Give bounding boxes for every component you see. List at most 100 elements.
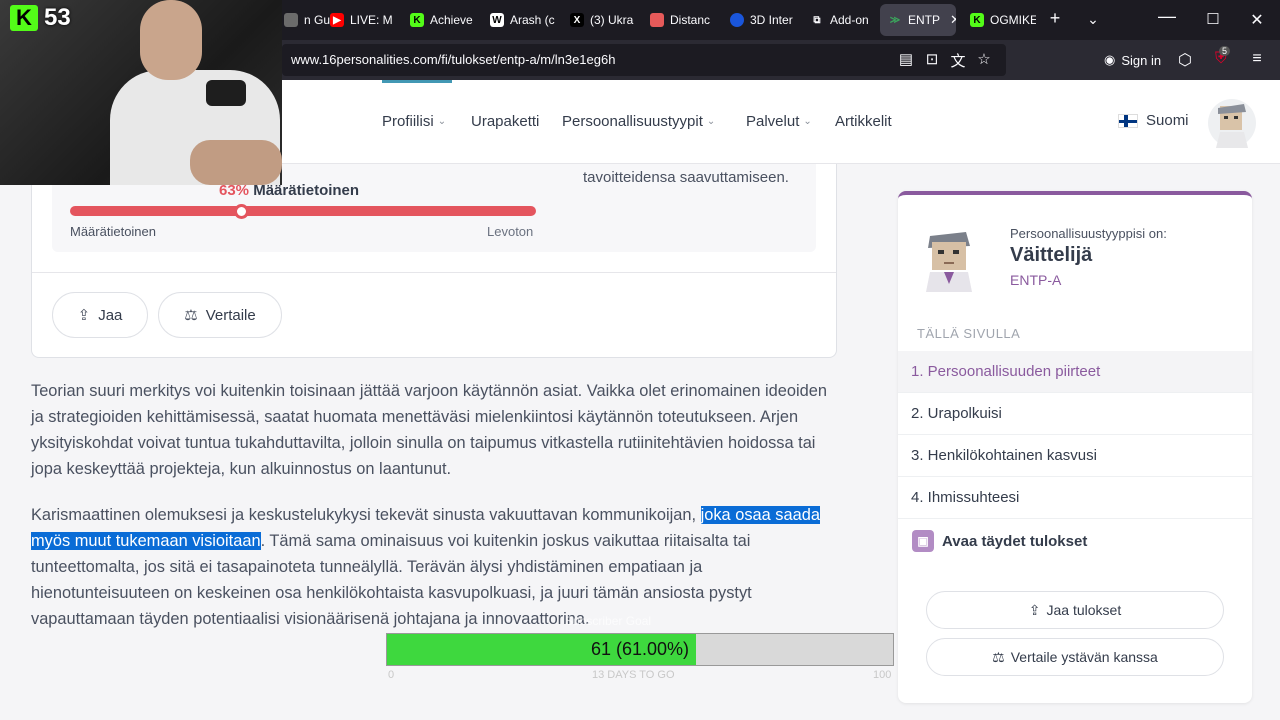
share-label: Jaa — [98, 306, 123, 324]
save-page-icon[interactable]: ⊡ — [922, 50, 942, 68]
url-text[interactable]: www.16personalities.com/fi/tulokset/entp… — [291, 52, 615, 67]
trait-left-label: Määrätietoinen — [70, 224, 156, 239]
chevron-down-icon: ⌄ — [706, 116, 716, 127]
microphone-icon — [206, 80, 246, 106]
nav-persoonallisuustyypit[interactable]: Persoonallisuustyypit ⌄ — [562, 113, 715, 130]
goal-remaining: 13 DAYS TO GO — [592, 669, 675, 681]
goal-progress-bar: 61 (61.00%) — [386, 633, 894, 666]
compare-label: Vertaile — [205, 306, 256, 324]
nav-label: Urapaketti — [471, 113, 540, 130]
addon-icon: ⧉ — [813, 14, 821, 26]
nav-palvelut[interactable]: Palvelut ⌄ — [746, 113, 812, 130]
webcam-overlay: K 53 — [0, 0, 282, 185]
compare-friend-button[interactable]: ⚖ Vertaile ystävän kanssa — [926, 638, 1224, 676]
kick-icon: K — [970, 13, 984, 27]
scale-icon: ⚖ — [184, 307, 198, 324]
wikipedia-icon: W — [490, 13, 504, 27]
share-results-label: Jaa tulokset — [1046, 602, 1122, 618]
compare-button[interactable]: ⚖ Vertaile — [158, 292, 282, 338]
new-tab-icon[interactable]: + — [1040, 8, 1070, 29]
browser-tab[interactable]: ⧉ Add-on — [802, 4, 876, 36]
tab-label: ENTP — [908, 13, 941, 27]
maximize-icon[interactable]: ☐ — [1198, 10, 1228, 28]
toc-item-ihmissuhteesi[interactable]: 4. Ihmissuhteesi — [898, 477, 1252, 519]
goal-min: 0 — [388, 669, 395, 681]
chevron-down-icon: ⌄ — [437, 116, 447, 127]
profile-avatar[interactable] — [1206, 98, 1258, 148]
nav-label: Artikkelit — [835, 113, 892, 130]
browser-tab[interactable]: X (3) Ukra — [562, 4, 636, 36]
browser-tab[interactable]: W Arash (c — [482, 4, 556, 36]
trait-description: tavoitteidensa saavuttamiseen. — [583, 169, 789, 186]
tab-label: 3D Inter — [750, 13, 793, 27]
share-icon: ⇪ — [1028, 601, 1041, 618]
goal-max: 100 — [873, 669, 892, 681]
trait-bar — [70, 206, 536, 216]
sign-in-label: Sign in — [1121, 52, 1162, 68]
toc-item-kasvusi[interactable]: 3. Henkilökohtainen kasvusi — [898, 435, 1252, 477]
webcam-person-head — [140, 0, 202, 80]
translate-icon[interactable]: 文 — [948, 50, 968, 71]
language-selector[interactable]: Suomi — [1118, 112, 1189, 129]
viewer-count: 53 — [44, 4, 71, 31]
minimize-icon[interactable]: — — [1152, 6, 1182, 27]
extensions-icon[interactable]: ⬡ — [1174, 50, 1196, 70]
browser-tab[interactable]: K Achieve — [402, 4, 476, 36]
personality-avatar — [916, 226, 982, 292]
toc-item-piirteet[interactable]: 1. Persoonallisuuden piirteet — [898, 351, 1252, 393]
share-icon: ⇪ — [77, 307, 91, 324]
full-results-label: Avaa täydet tulokset — [942, 532, 1088, 550]
tab-favicon-icon — [284, 13, 298, 27]
toc-label: 3. Henkilökohtainen kasvusi — [911, 447, 1097, 464]
browser-tab-active[interactable]: ≫ ENTP ✕ — [880, 4, 956, 36]
goal-title: Subscriber Goal — [565, 614, 652, 628]
browser-tab[interactable]: ▶ LIVE: M — [322, 4, 396, 36]
share-button[interactable]: ⇪ Jaa — [52, 292, 148, 338]
nav-profiilisi[interactable]: Profiilisi ⌄ — [382, 113, 446, 130]
chevron-down-icon: ⌄ — [803, 116, 812, 127]
finland-flag-icon — [1118, 113, 1138, 128]
tab-label: Distanc — [670, 13, 711, 27]
menu-hamburger-icon[interactable]: ≡ — [1246, 50, 1268, 68]
browser-tab[interactable]: K OGMIKE — [962, 4, 1036, 36]
viewer-badge: K 53 — [10, 4, 71, 32]
tab-label: Arash (c — [510, 13, 555, 27]
header-accent-line — [382, 80, 452, 83]
16personalities-icon: ≫ — [889, 14, 901, 26]
toc-label: 4. Ihmissuhteesi — [911, 489, 1020, 506]
account-icon: ◉ — [1104, 52, 1116, 67]
language-label: Suomi — [1146, 112, 1189, 129]
full-results-link[interactable]: ▣ Avaa täydet tulokset — [912, 530, 1087, 552]
youtube-icon: ▶ — [330, 13, 344, 27]
close-window-icon[interactable]: ✕ — [1242, 10, 1272, 30]
bookmark-star-icon[interactable]: ☆ — [974, 50, 994, 68]
close-tab-icon[interactable]: ✕ — [950, 12, 956, 28]
body-paragraph: Karismaattinen olemuksesi ja keskusteluk… — [31, 502, 837, 632]
nav-label: Profiilisi — [382, 113, 434, 130]
kick-logo-icon: K — [10, 5, 38, 31]
toc-item-urapolkuisi[interactable]: 2. Urapolkuisi — [898, 393, 1252, 435]
tab-label: LIVE: M — [350, 13, 393, 27]
body-paragraph: Teorian suuri merkitys voi kuitenkin toi… — [31, 382, 828, 478]
nav-artikkelit[interactable]: Artikkelit — [835, 113, 892, 130]
tab-list-chevron-icon[interactable]: ⌄ — [1078, 11, 1108, 28]
distance-icon — [650, 13, 664, 27]
compare-friend-label: Vertaile ystävän kanssa — [1010, 649, 1158, 665]
share-results-button[interactable]: ⇪ Jaa tulokset — [926, 591, 1224, 629]
paragraph-text: Karismaattinen olemuksesi ja keskusteluk… — [31, 506, 701, 524]
globe-icon — [730, 13, 744, 27]
card-divider — [32, 272, 836, 273]
x-icon: X — [570, 13, 584, 27]
browser-tab[interactable]: Distanc — [642, 4, 716, 36]
extension-badge: 5 — [1219, 46, 1231, 56]
type-caption: Persoonallisuustyyppisi on: — [1010, 226, 1167, 241]
scale-icon: ⚖ — [992, 648, 1005, 665]
sign-in-button[interactable]: ◉ Sign in — [1096, 46, 1169, 74]
nav-urapaketti[interactable]: Urapaketti — [471, 113, 539, 130]
browser-tab[interactable]: 3D Inter — [722, 4, 796, 36]
reader-view-icon[interactable]: ▤ — [896, 50, 916, 68]
trait-right-label: Levoton — [487, 224, 534, 239]
toc-label: 2. Urapolkuisi — [911, 405, 1002, 422]
tab-label: (3) Ukra — [590, 13, 634, 27]
tab-label: Achieve — [430, 13, 473, 27]
